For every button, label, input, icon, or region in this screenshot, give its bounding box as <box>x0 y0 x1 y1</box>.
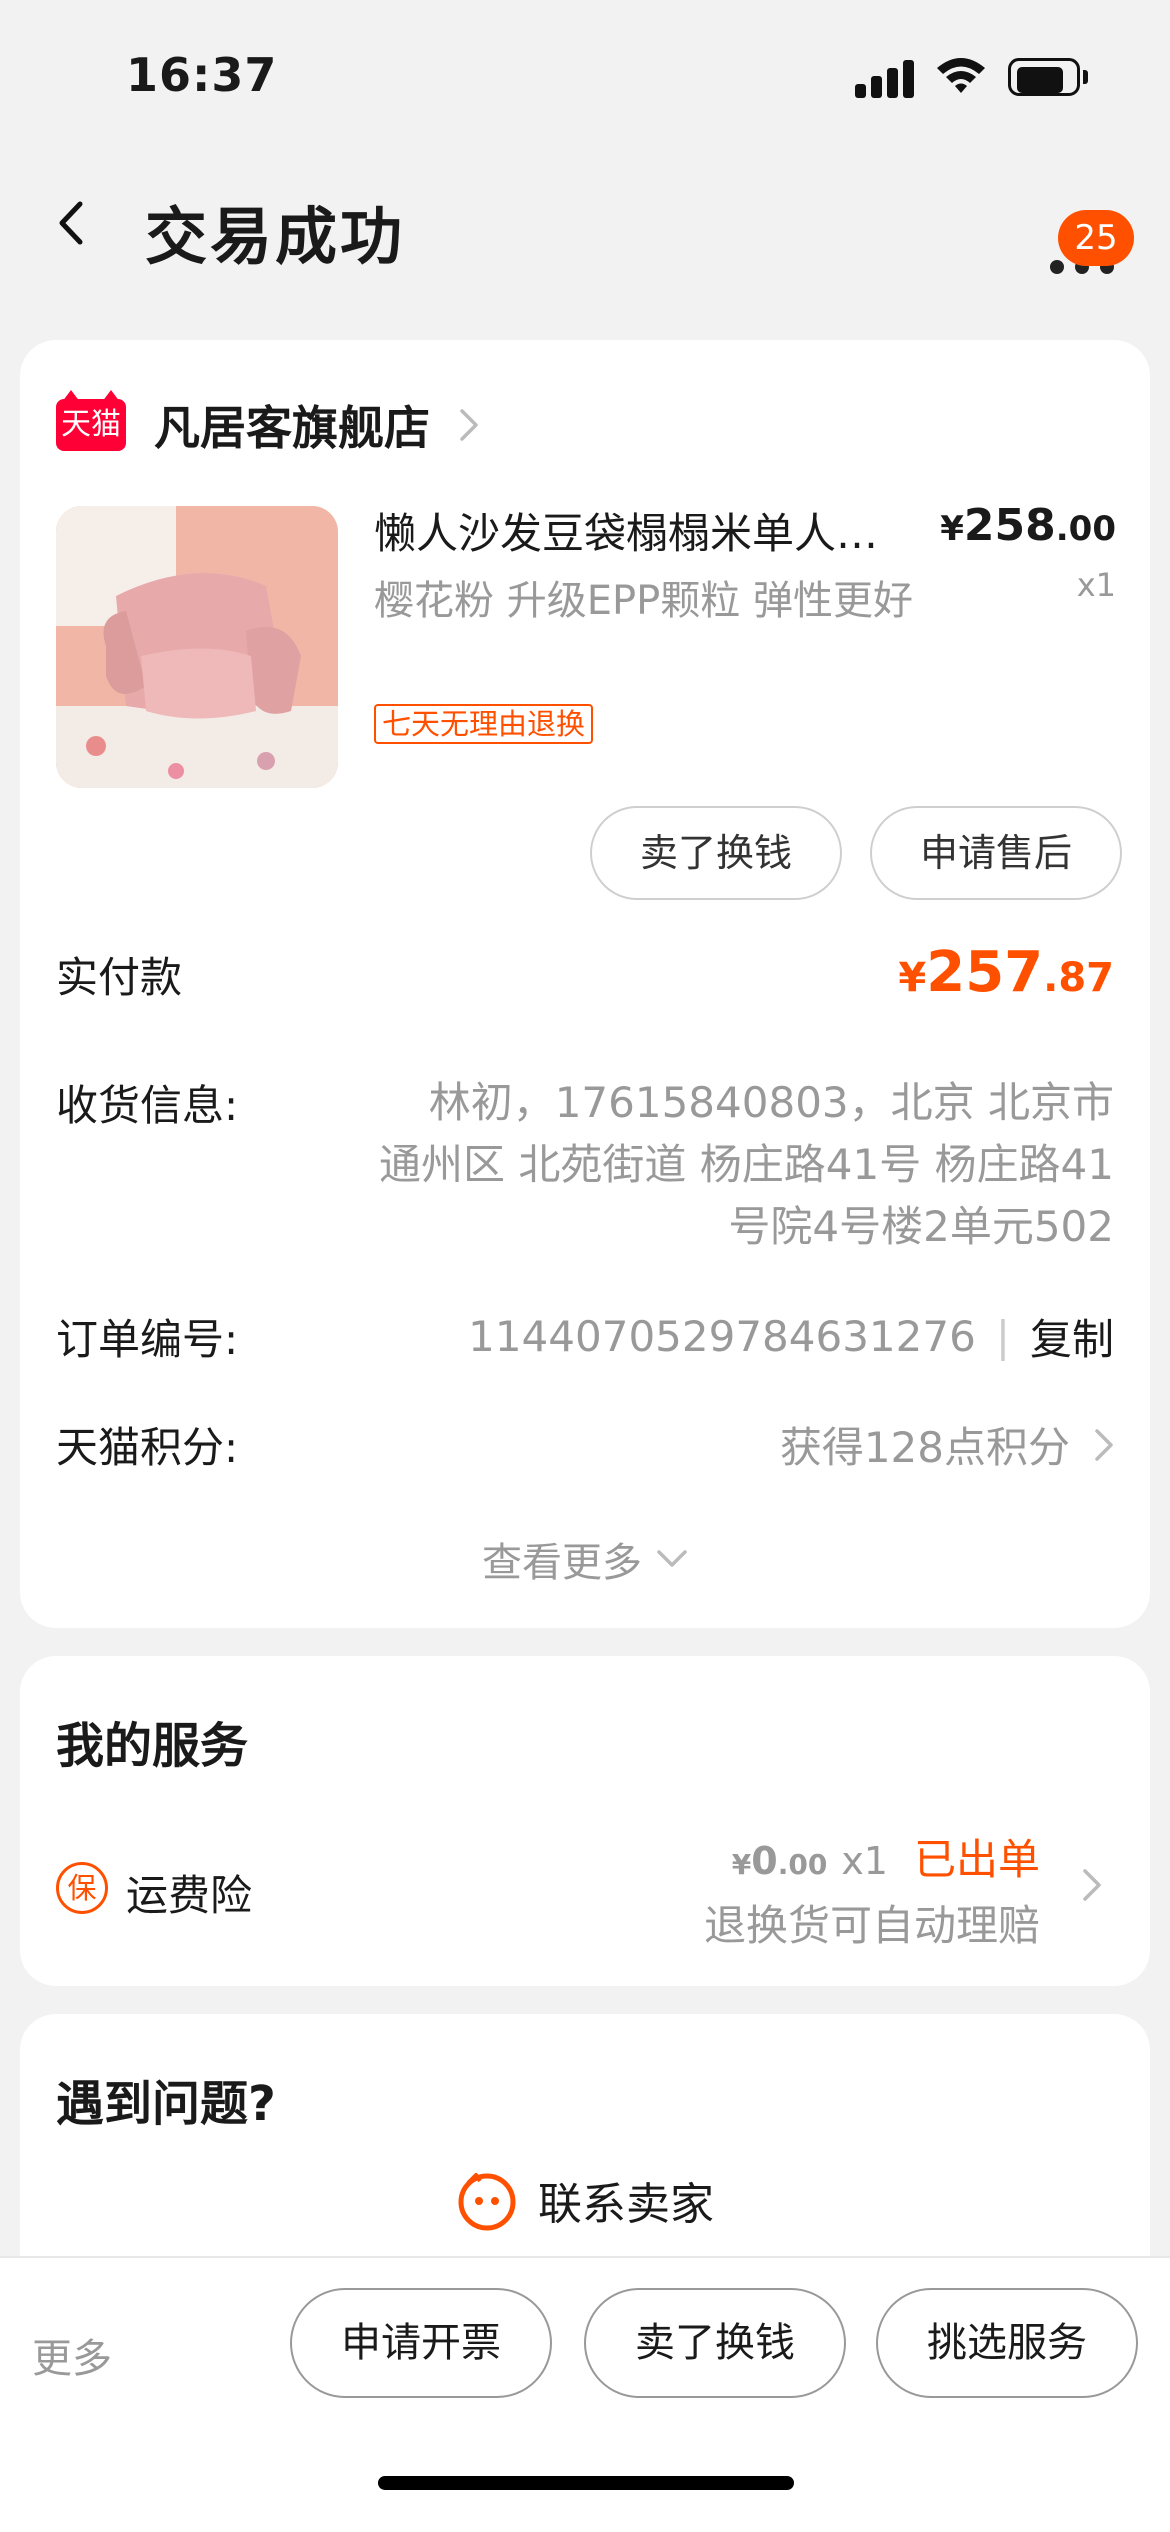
shop-name: 凡居客旗舰店 <box>154 401 430 455</box>
return-policy-tag: 七天无理由退换 <box>374 704 594 744</box>
notification-badge: 25 <box>1058 210 1134 266</box>
page-title: 交易成功 <box>145 200 406 273</box>
more-actions-button[interactable]: 更多 <box>32 2326 112 2384</box>
chevron-down-icon <box>657 1550 687 1567</box>
points-label: 天猫积分: <box>56 1423 239 1472</box>
paid-label: 实付款 <box>56 953 183 1002</box>
product-image[interactable] <box>56 506 338 788</box>
insurance-label: 运费险 <box>126 1871 253 1920</box>
order-number-row: 1144070529784631276 | 复制 <box>468 1306 1114 1367</box>
after-sale-button[interactable]: 申请售后 <box>870 806 1122 900</box>
status-time: 16:37 <box>126 48 278 102</box>
insurance-status-row: ¥0.00 x1 已出单 <box>732 1826 1040 1887</box>
more-menu-button[interactable]: 25 <box>1050 205 1134 275</box>
shipping-address: 林初，17615840803，北京 北京市 通州区 北苑街道 杨庄路41号 杨庄… <box>379 1078 1114 1251</box>
copy-button[interactable]: 复制 <box>1030 1306 1114 1367</box>
paid-amount: ¥257.87 <box>898 940 1114 1005</box>
insurance-quantity: x1 <box>841 1839 888 1883</box>
battery-icon <box>1008 58 1088 96</box>
points-value: 获得128点积分 <box>779 1423 1070 1472</box>
help-title: 遇到问题? <box>56 2076 276 2132</box>
paid-currency: ¥ <box>898 955 927 1001</box>
see-more-button[interactable]: 查看更多 <box>20 1530 1150 1588</box>
home-indicator[interactable] <box>378 2476 794 2490</box>
chevron-right-icon <box>460 409 478 441</box>
insurance-description: 退换货可自动理赔 <box>703 1901 1040 1950</box>
sofa-image <box>56 506 338 788</box>
invoice-button[interactable]: 申请开票 <box>290 2288 552 2398</box>
wifi-icon <box>937 58 985 93</box>
tmall-logo: 天猫 <box>56 390 126 451</box>
insurance-currency: ¥ <box>731 1848 752 1881</box>
bottom-action-bar: 更多 申请开票 卖了换钱 挑选服务 <box>0 2256 1170 2532</box>
shipping-label: 收货信息: <box>56 1081 239 1130</box>
product-price: ¥258.00 <box>940 500 1116 551</box>
cellular-signal-icon <box>855 58 915 98</box>
back-arrow-icon[interactable] <box>48 198 98 248</box>
insurance-status: 已出单 <box>913 1835 1040 1884</box>
insurance-price: ¥0.00 <box>732 1839 828 1883</box>
separator: | <box>995 1312 1010 1361</box>
insurance-price-integer: 0 <box>751 1839 778 1883</box>
price-decimal: .00 <box>1055 509 1116 549</box>
chevron-right-icon[interactable] <box>1082 1868 1102 1902</box>
see-more-label: 查看更多 <box>482 1540 642 1586</box>
product-spec: 樱花粉 升级EPP颗粒 弹性更好 <box>374 578 913 624</box>
insurance-shield-icon: 保 <box>56 1862 108 1914</box>
insurance-price-decimal: .00 <box>777 1848 828 1881</box>
sell-button[interactable]: 卖了换钱 <box>590 806 842 900</box>
points-link[interactable]: 获得128点积分 <box>780 1414 1114 1475</box>
order-number-label: 订单编号: <box>56 1315 239 1364</box>
product-title[interactable]: 懒人沙发豆袋榻榻米单人… <box>374 500 944 561</box>
order-number: 1144070529784631276 <box>468 1312 976 1361</box>
seller-chat-icon <box>458 2173 516 2231</box>
contact-seller-button[interactable]: 联系卖家 <box>20 2168 1150 2232</box>
nav-bar: 交易成功 25 <box>0 150 1170 300</box>
paid-integer: 257 <box>926 940 1044 1005</box>
price-integer: 258 <box>963 500 1056 551</box>
contact-seller-label: 联系卖家 <box>538 2179 714 2230</box>
chevron-right-icon <box>1095 1428 1113 1461</box>
pick-service-button[interactable]: 挑选服务 <box>876 2288 1138 2398</box>
order-card: 天猫 凡居客旗舰店 懒人沙发豆袋榻榻米单人… 樱花粉 升级EPP颗粒 弹性更好 … <box>20 340 1150 1628</box>
paid-decimal: .87 <box>1043 955 1114 1001</box>
sell-for-cash-button[interactable]: 卖了换钱 <box>584 2288 846 2398</box>
services-title: 我的服务 <box>56 1718 249 1774</box>
product-quantity: x1 <box>1076 566 1116 604</box>
services-card: 我的服务 保 运费险 ¥0.00 x1 已出单 退换货可自动理赔 <box>20 1656 1150 1986</box>
status-bar: 16:37 <box>0 0 1170 150</box>
price-currency: ¥ <box>940 509 964 549</box>
shop-link[interactable]: 天猫 凡居客旗舰店 <box>56 390 480 460</box>
